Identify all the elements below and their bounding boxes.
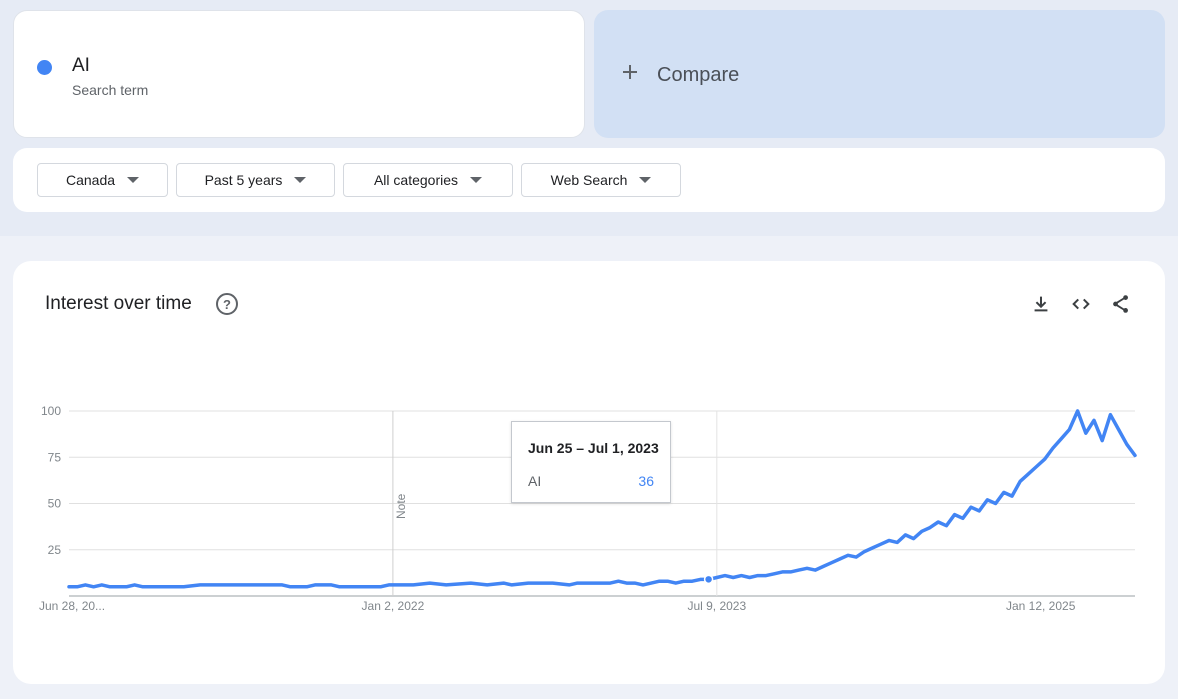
dropdown-arrow-icon (639, 177, 652, 183)
y-tick-label: 100 (41, 404, 61, 418)
filter-category[interactable]: All categories (343, 163, 513, 197)
x-tick-label: Jan 2, 2022 (362, 599, 425, 613)
filter-category-label: All categories (373, 172, 459, 188)
search-term-card[interactable]: AI Search term (13, 10, 585, 138)
x-tick-label: Jun 28, 20... (39, 599, 105, 613)
search-term-name[interactable]: AI (72, 55, 90, 77)
y-tick-label: 25 (48, 543, 62, 557)
search-term-subtitle: Search term (72, 82, 149, 98)
compare-button[interactable]: Compare (594, 10, 1165, 138)
x-tick-label: Jan 12, 2025 (1006, 599, 1076, 613)
series-color-dot (37, 60, 52, 75)
compare-label: Compare (657, 64, 740, 86)
tooltip-value: 36 (638, 473, 654, 489)
filter-search-type[interactable]: Web Search (521, 163, 681, 197)
dropdown-arrow-icon (127, 177, 140, 183)
y-tick-label: 50 (48, 497, 62, 511)
filter-search-type-label: Web Search (550, 172, 628, 188)
filter-location-label: Canada (65, 172, 116, 188)
filter-location[interactable]: Canada (37, 163, 168, 197)
dropdown-arrow-icon (470, 177, 483, 183)
dropdown-arrow-icon (294, 177, 307, 183)
filter-time-range-label: Past 5 years (204, 172, 283, 188)
tooltip-term: AI (528, 473, 542, 489)
data-point-highlight (703, 574, 714, 585)
data-tooltip: Jun 25 – Jul 1, 2023 AI 36 (511, 421, 671, 503)
note-label: Note (394, 493, 408, 519)
interest-over-time-card: Interest over time ? Note 25 50 75 100 Jun 2… (13, 261, 1165, 684)
y-tick-label: 75 (48, 450, 62, 464)
x-tick-label: Jul 9, 2023 (687, 599, 746, 613)
plus-icon (623, 65, 637, 79)
filter-time-range[interactable]: Past 5 years (176, 163, 335, 197)
filter-bar: Canada Past 5 years All categories Web S… (13, 148, 1165, 212)
tooltip-date: Jun 25 – Jul 1, 2023 (528, 440, 659, 456)
